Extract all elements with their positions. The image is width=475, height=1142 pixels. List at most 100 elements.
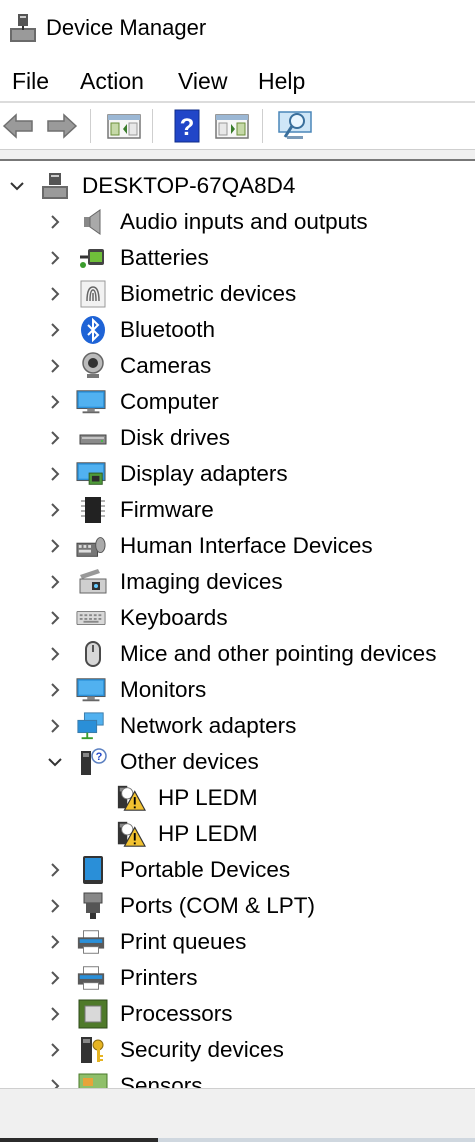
- tree-item-cameras[interactable]: Cameras: [0, 348, 475, 384]
- tree-top-border: [0, 149, 475, 161]
- computer-tower-icon: [42, 173, 68, 199]
- chevron-right-icon[interactable]: [46, 1077, 64, 1088]
- help-button[interactable]: ?: [169, 107, 205, 145]
- tree-item-label: Disk drives: [120, 425, 231, 450]
- tree-item-label: Audio inputs and outputs: [120, 209, 368, 234]
- menu-action[interactable]: Action: [78, 66, 146, 96]
- scan-hardware-button[interactable]: [277, 107, 313, 145]
- warning-device-icon: [117, 785, 146, 811]
- back-button[interactable]: [0, 107, 36, 145]
- tree-item-label: HP LEDM: [158, 785, 258, 810]
- tree-item-hp-ledm[interactable]: HP LEDM: [0, 816, 475, 852]
- tree-item-label: Ports (COM & LPT): [120, 893, 316, 918]
- tree-item-hid[interactable]: Human Interface Devices: [0, 528, 475, 564]
- chevron-right-icon[interactable]: [46, 1005, 64, 1023]
- tree-item-disk-drives[interactable]: Disk drives: [0, 420, 475, 456]
- tree-item-computer[interactable]: Computer: [0, 384, 475, 420]
- forward-button[interactable]: [44, 107, 80, 145]
- tree-item-hp-ledm[interactable]: HP LEDM: [0, 780, 475, 816]
- tree-item-label: Bluetooth: [120, 317, 216, 342]
- chevron-right-icon[interactable]: [46, 249, 64, 267]
- chevron-right-icon[interactable]: [46, 429, 64, 447]
- chevron-down-icon[interactable]: [8, 177, 26, 195]
- tree-item-bluetooth[interactable]: Bluetooth: [0, 312, 475, 348]
- title-bar: Device Manager: [0, 0, 475, 56]
- chevron-right-icon[interactable]: [46, 897, 64, 915]
- chevron-right-icon[interactable]: [46, 285, 64, 303]
- toolbar-divider: [90, 109, 91, 143]
- tree-item-label: Mice and other pointing devices: [120, 641, 437, 666]
- tree-item-label: Monitors: [120, 677, 207, 702]
- action-pane-icon: [215, 114, 249, 139]
- tree-item-audio[interactable]: Audio inputs and outputs: [0, 204, 475, 240]
- tree-item-batteries[interactable]: Batteries: [0, 240, 475, 276]
- tree-item-other-devices[interactable]: ? Other devices: [0, 744, 475, 780]
- scanner-icon: [79, 569, 107, 594]
- fingerprint-icon: [80, 280, 106, 308]
- show-action-pane-button[interactable]: [214, 107, 250, 145]
- device-tree[interactable]: DESKTOP-67QA8D4 Audio inputs and outputs…: [0, 166, 475, 1088]
- chevron-right-icon[interactable]: [46, 501, 64, 519]
- tree-item-label: Processors: [120, 1001, 233, 1026]
- tree-item-network[interactable]: Network adapters: [0, 708, 475, 744]
- tree-root-node[interactable]: DESKTOP-67QA8D4: [0, 168, 475, 204]
- sensor-icon: [78, 1073, 108, 1088]
- tree-item-label: Imaging devices: [120, 569, 283, 594]
- chevron-right-icon[interactable]: [46, 681, 64, 699]
- chevron-right-icon[interactable]: [46, 213, 64, 231]
- chevron-right-icon[interactable]: [46, 573, 64, 591]
- tree-item-security-devices[interactable]: Security devices: [0, 1032, 475, 1068]
- tree-item-firmware[interactable]: Firmware: [0, 492, 475, 528]
- chevron-right-icon[interactable]: [46, 645, 64, 663]
- menu-file[interactable]: File: [10, 66, 51, 96]
- chevron-right-icon[interactable]: [46, 861, 64, 879]
- tree-item-ports[interactable]: Ports (COM & LPT): [0, 888, 475, 924]
- tree-item-label: Firmware: [120, 497, 214, 522]
- tree-item-keyboards[interactable]: Keyboards: [0, 600, 475, 636]
- processor-icon: [78, 999, 108, 1029]
- toolbar-divider: [262, 109, 263, 143]
- menu-view[interactable]: View: [176, 66, 229, 96]
- chevron-right-icon[interactable]: [46, 969, 64, 987]
- chevron-right-icon[interactable]: [46, 465, 64, 483]
- chevron-right-icon[interactable]: [46, 609, 64, 627]
- chevron-right-icon[interactable]: [46, 321, 64, 339]
- tree-item-mice[interactable]: Mice and other pointing devices: [0, 636, 475, 672]
- tree-item-processors[interactable]: Processors: [0, 996, 475, 1032]
- console-tree-icon: [107, 114, 141, 139]
- tree-item-label: Biometric devices: [120, 281, 297, 306]
- mouse-icon: [85, 641, 101, 667]
- tree-item-display-adapters[interactable]: Display adapters: [0, 456, 475, 492]
- tree-item-sensors[interactable]: Sensors: [0, 1068, 475, 1088]
- chevron-down-icon[interactable]: [46, 753, 64, 771]
- status-bar-accent: [0, 1138, 158, 1142]
- chevron-right-icon[interactable]: [46, 537, 64, 555]
- tree-item-label: Display adapters: [120, 461, 288, 486]
- chip-icon: [81, 497, 105, 523]
- chevron-right-icon[interactable]: [46, 357, 64, 375]
- chevron-right-icon[interactable]: [46, 393, 64, 411]
- tree-item-imaging[interactable]: Imaging devices: [0, 564, 475, 600]
- show-hide-console-tree-button[interactable]: [106, 107, 142, 145]
- camera-icon: [82, 352, 104, 378]
- tree-item-monitors[interactable]: Monitors: [0, 672, 475, 708]
- tree-item-printers[interactable]: Printers: [0, 960, 475, 996]
- menu-help[interactable]: Help: [256, 66, 307, 96]
- port-icon: [83, 892, 103, 919]
- tree-item-portable-devices[interactable]: Portable Devices: [0, 852, 475, 888]
- chevron-right-icon[interactable]: [46, 717, 64, 735]
- hid-icon: [76, 537, 106, 557]
- unknown-device-icon: ?: [81, 748, 107, 775]
- tree-item-label: Batteries: [120, 245, 209, 270]
- toolbar: ?: [0, 103, 475, 149]
- tree-item-print-queues[interactable]: Print queues: [0, 924, 475, 960]
- device-manager-app-icon: [10, 14, 36, 42]
- disk-drive-icon: [79, 434, 107, 445]
- chevron-right-icon[interactable]: [46, 1041, 64, 1059]
- tree-item-label: Portable Devices: [120, 857, 291, 882]
- chevron-right-icon[interactable]: [46, 933, 64, 951]
- tree-item-biometric[interactable]: Biometric devices: [0, 276, 475, 312]
- bluetooth-icon: [81, 316, 105, 344]
- menu-bar: File Action View Help: [0, 62, 475, 100]
- svg-text:?: ?: [180, 114, 195, 141]
